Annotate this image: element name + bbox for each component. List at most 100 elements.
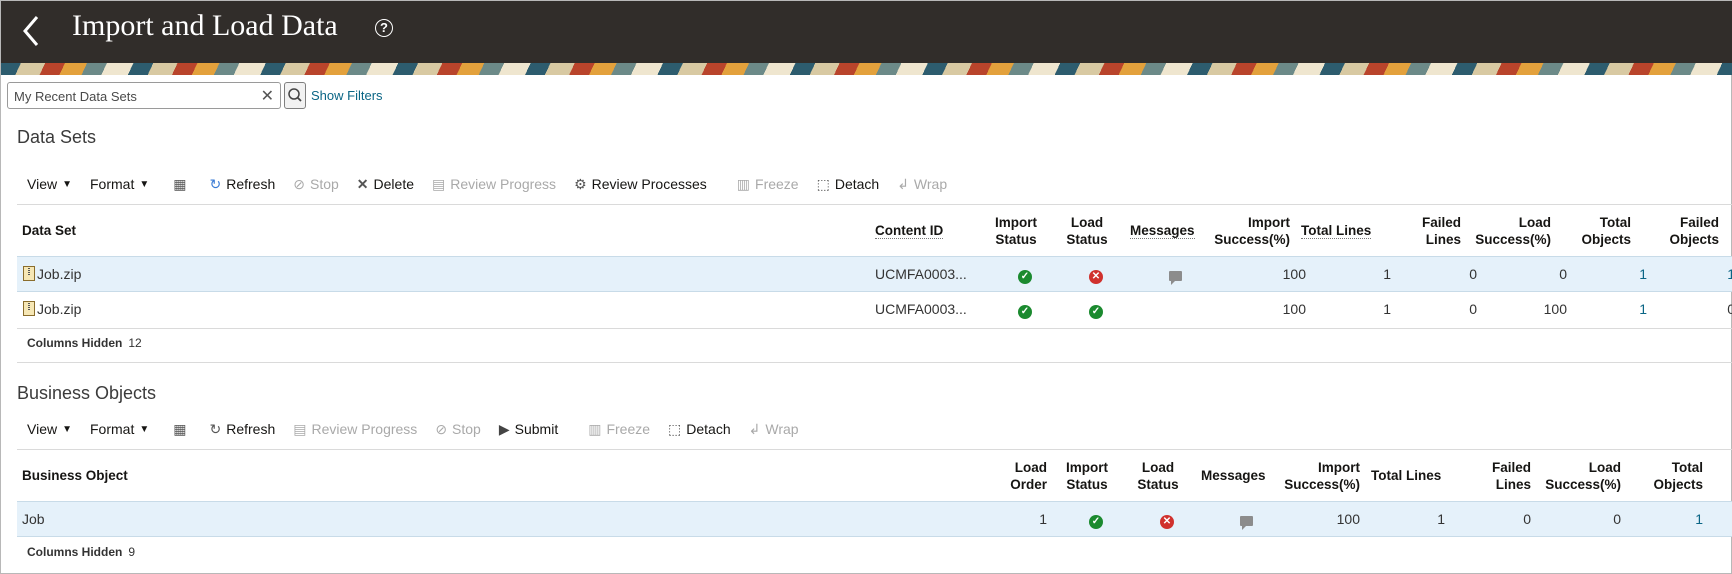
clear-icon[interactable]: ✕	[261, 86, 274, 106]
gears-icon: ⚙	[574, 175, 587, 192]
import-status-success-icon[interactable]: ✓	[1011, 300, 1039, 319]
load-order: 1	[1039, 511, 1047, 527]
col-import-success[interactable]: Import Success(%)	[1271, 459, 1360, 493]
col-failed-lines[interactable]: Failed Lines	[1451, 459, 1531, 493]
detach-button[interactable]: ⬚ Detach	[817, 176, 880, 193]
data-sets-toolbar: View ▼ Format ▼ ▦ ↻ Refresh ⊘ Stop ✕ Delete ▤…	[27, 173, 965, 195]
content-id: UCMFA0003...	[875, 301, 967, 317]
failed-lines: 0	[1469, 266, 1477, 282]
table-row[interactable]: Job.zip UCMFA0003... ✓ ✕ 100 1 0 0 1 1	[17, 256, 1732, 292]
wrap-button[interactable]: ↲ Wrap	[897, 176, 947, 193]
stop-icon: ⊘	[293, 175, 305, 192]
chevron-down-icon: ▼	[62, 178, 72, 190]
total-objects-link[interactable]: 1	[1577, 265, 1647, 283]
col-messages[interactable]: Messages	[1130, 222, 1195, 239]
content-id: UCMFA0003...	[875, 266, 967, 282]
refresh-icon: ↻	[209, 420, 222, 437]
submit-icon: ▶	[498, 420, 510, 437]
col-failed-objects[interactable]: Failed Objects	[1651, 214, 1719, 248]
stop-button[interactable]: ⊘ Stop	[435, 421, 481, 438]
delete-icon: ✕	[356, 175, 369, 192]
data-set-name[interactable]: Job.zip	[23, 265, 81, 283]
import-success: 100	[1282, 266, 1306, 282]
load-status-error-icon[interactable]: ✕	[1153, 510, 1181, 529]
wrap-button[interactable]: ↲ Wrap	[749, 421, 799, 438]
search-input[interactable]	[14, 87, 254, 105]
detach-icon: ⬚	[816, 175, 830, 192]
view-menu[interactable]: View ▼	[27, 421, 72, 437]
freeze-button[interactable]: ▥ Freeze	[737, 176, 799, 193]
saved-search-field[interactable]: ✕	[7, 82, 281, 109]
col-total-objects[interactable]: Total Objects	[1631, 459, 1703, 493]
message-icon[interactable]	[1161, 267, 1189, 285]
delete-button[interactable]: ✕ Delete	[357, 176, 414, 193]
refresh-button[interactable]: ↻ Refresh	[209, 421, 275, 438]
review-progress-button[interactable]: ▤ Review Progress	[432, 176, 556, 193]
data-set-name[interactable]: Job.zip	[23, 300, 81, 318]
chevron-down-icon: ▼	[139, 178, 150, 190]
load-status-error-icon[interactable]: ✕	[1082, 265, 1110, 284]
help-circle-icon[interactable]: ?	[375, 19, 393, 37]
page-title: Import and Load Data	[72, 9, 338, 42]
review-progress-icon: ▤	[293, 420, 307, 437]
total-objects-link[interactable]: 1	[1631, 510, 1703, 528]
failed-objects: 0	[1727, 301, 1732, 317]
col-failed-lines[interactable]: Failed Lines	[1381, 214, 1461, 248]
business-object-name[interactable]: Job	[22, 510, 45, 528]
review-progress-icon: ▤	[432, 175, 446, 192]
col-load-status[interactable]: Load Status	[1052, 214, 1122, 248]
detach-icon: ⬚	[668, 420, 682, 437]
load-status-success-icon[interactable]: ✓	[1082, 300, 1110, 319]
format-menu[interactable]: Format ▼	[90, 421, 149, 437]
decorative-banner	[1, 63, 1732, 75]
col-content-id[interactable]: Content ID	[875, 222, 944, 239]
col-data-set[interactable]: Data Set	[22, 222, 76, 239]
columns-icon[interactable]: ▦	[173, 421, 191, 438]
import-success: 100	[1282, 301, 1306, 317]
import-status-success-icon[interactable]: ✓	[1011, 265, 1039, 284]
review-progress-button[interactable]: ▤ Review Progress	[293, 421, 417, 438]
format-menu[interactable]: Format ▼	[90, 176, 149, 192]
freeze-button[interactable]: ▥ Freeze	[588, 421, 650, 438]
freeze-icon: ▥	[736, 175, 751, 192]
zip-file-icon	[23, 301, 35, 316]
divider	[17, 328, 1732, 329]
col-load-success[interactable]: Load Success(%)	[1537, 459, 1621, 493]
back-arrow-icon[interactable]	[19, 13, 43, 49]
col-business-object[interactable]: Business Object	[22, 467, 128, 484]
table-row[interactable]: Job.zip UCMFA0003... ✓ ✓ 100 1 0 100 1 0	[17, 292, 1732, 328]
stop-button[interactable]: ⊘ Stop	[293, 176, 339, 193]
view-menu[interactable]: View ▼	[27, 176, 72, 192]
columns-hidden-status: Columns Hidden 9	[27, 545, 136, 559]
failed-objects-link[interactable]: 1	[1667, 265, 1732, 283]
import-status-success-icon[interactable]: ✓	[1082, 510, 1110, 529]
detach-button[interactable]: ⬚ Detach	[668, 421, 731, 438]
col-load-order[interactable]: Load Order	[991, 459, 1047, 493]
message-icon[interactable]	[1232, 512, 1260, 530]
refresh-button[interactable]: ↻ Refresh	[209, 176, 275, 193]
col-total-objects[interactable]: Total Objects	[1561, 214, 1631, 248]
review-processes-button[interactable]: ⚙ Review Processes	[574, 176, 707, 193]
col-load-status[interactable]: Load Status	[1123, 459, 1193, 493]
load-success: 100	[1543, 301, 1567, 317]
refresh-icon: ↻	[209, 175, 222, 192]
columns-icon[interactable]: ▦	[173, 176, 191, 193]
col-total-lines[interactable]: Total Lines	[1371, 467, 1441, 484]
col-messages[interactable]: Messages	[1201, 467, 1266, 484]
col-import-status[interactable]: Import Status	[1052, 459, 1122, 493]
columns-hidden-status: Columns Hidden 12	[27, 336, 142, 350]
load-success: 0	[1559, 266, 1567, 282]
chevron-down-icon: ▼	[62, 423, 72, 435]
load-success: 0	[1613, 511, 1621, 527]
col-total-lines[interactable]: Total Lines	[1301, 222, 1372, 239]
search-button[interactable]	[284, 82, 306, 109]
show-filters-link[interactable]: Show Filters	[311, 88, 383, 103]
total-objects-link[interactable]: 1	[1577, 300, 1647, 318]
submit-button[interactable]: ▶ Submit	[499, 421, 558, 438]
col-import-success[interactable]: Import Success(%)	[1201, 214, 1290, 248]
table-row[interactable]: Job 1 ✓ ✕ 100 1 0 0 1	[17, 501, 1732, 537]
divider	[17, 362, 1732, 363]
col-import-status[interactable]: Import Status	[981, 214, 1051, 248]
col-load-success[interactable]: Load Success(%)	[1467, 214, 1551, 248]
import-success: 100	[1336, 511, 1360, 527]
